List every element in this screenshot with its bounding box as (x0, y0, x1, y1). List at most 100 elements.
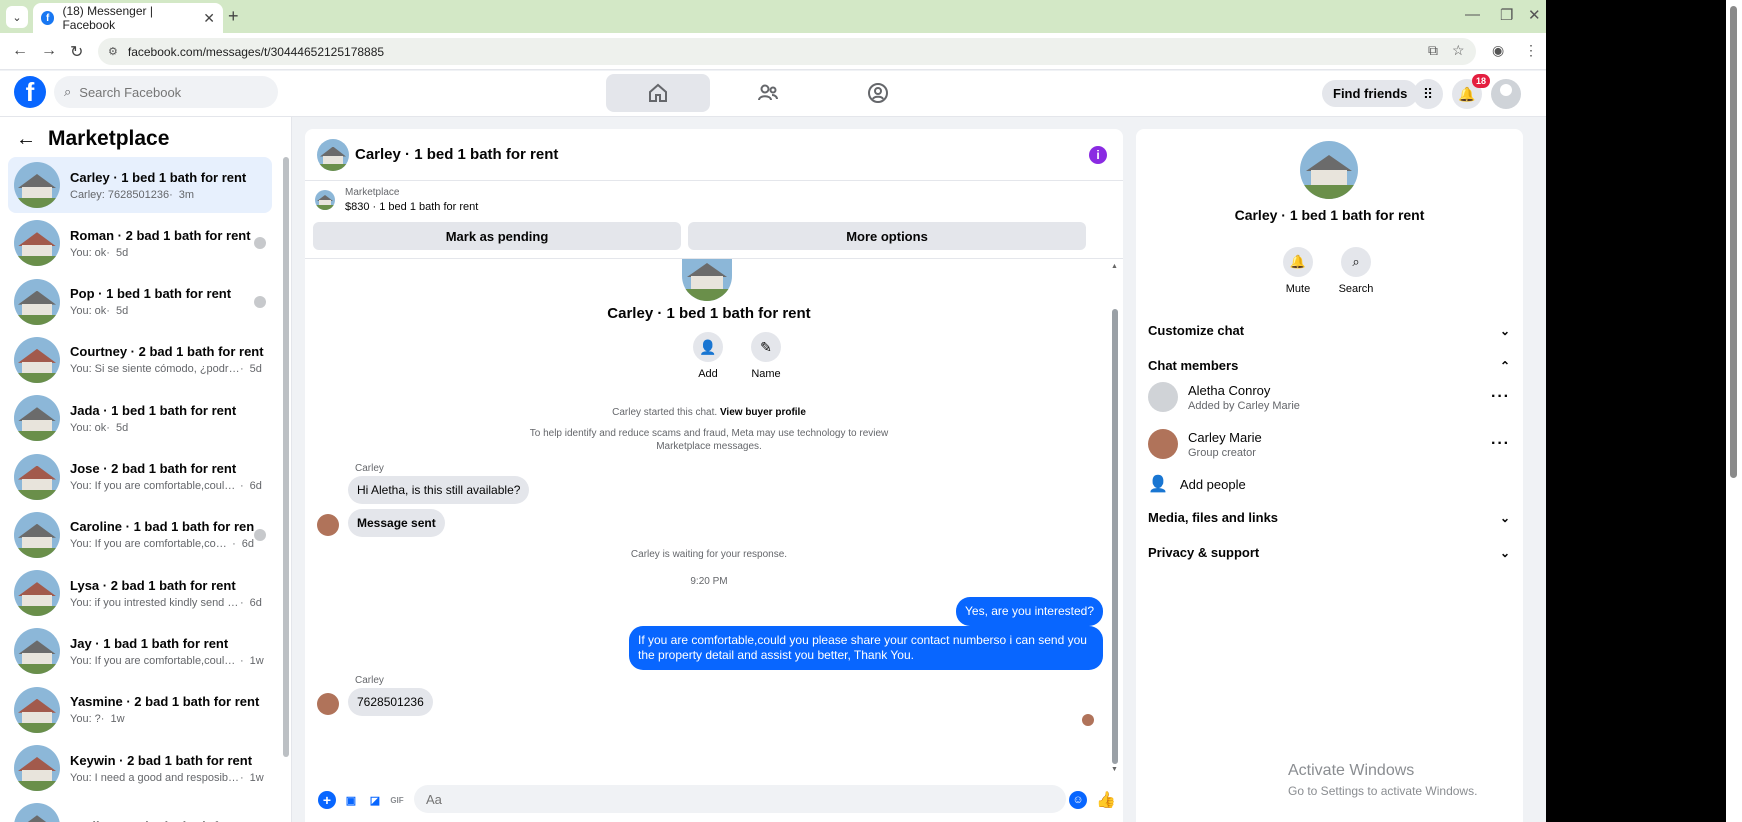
browser-menu-icon[interactable]: ⋮ (1524, 42, 1538, 59)
preview-time: 5d (115, 421, 129, 434)
conversation-item[interactable]: Jose · 2 bad 1 bath for rent You: If you … (8, 449, 272, 505)
incoming-message[interactable]: Message sent (348, 509, 445, 537)
address-bar[interactable]: ⚙ facebook.com/messages/t/30444652125178… (98, 38, 1476, 65)
conversation-item[interactable]: Carley · 1 bed 1 bath for rent Carley: 76… (8, 157, 272, 213)
friends-nav-button[interactable] (716, 74, 820, 112)
member-row[interactable]: Aletha Conroy Added by Carley Marie ··· (1148, 382, 1510, 412)
rename-action[interactable]: ✎ Name (736, 332, 796, 380)
mark-pending-button[interactable]: Mark as pending (313, 222, 681, 250)
conversation-item[interactable]: Keywin · 2 bad 1 bath for rent You: I nee… (8, 740, 272, 796)
minimize-button[interactable]: — (1465, 6, 1480, 23)
groups-nav-button[interactable] (826, 74, 930, 112)
account-avatar[interactable] (1491, 79, 1521, 109)
privacy-support-section[interactable]: Privacy & support ⌄ (1148, 545, 1510, 560)
listing-summary[interactable]: Marketplace $830 · 1 bed 1 bath for rent (315, 187, 478, 213)
chat-members-section[interactable]: Chat members ⌃ (1148, 358, 1510, 373)
add-people-button[interactable]: 👤 Add people (1148, 474, 1246, 494)
conversation-item[interactable]: Madison · 1 bed 1 bath for rent (8, 798, 272, 822)
message-input-wrapper[interactable] (414, 785, 1066, 813)
chat-title[interactable]: Carley · 1 bed 1 bath for rent (355, 146, 558, 163)
chat-avatar[interactable] (317, 138, 349, 171)
facebook-search[interactable]: ⌕ (54, 76, 278, 108)
member-row[interactable]: Carley Marie Group creator ··· (1148, 429, 1510, 459)
reload-button[interactable]: ↻ (70, 42, 83, 62)
back-button[interactable]: ← (12, 42, 28, 60)
conversation-item[interactable]: Jay · 1 bad 1 bath for rent You: If you a… (8, 623, 272, 679)
scroll-down-icon[interactable]: ▼ (1111, 766, 1118, 773)
sender-avatar[interactable] (317, 693, 339, 715)
new-tab-button[interactable]: + (228, 6, 239, 27)
page-scroll-thumb[interactable] (1730, 6, 1737, 478)
thread-scroll-thumb[interactable] (1112, 309, 1118, 764)
close-tab-icon[interactable]: ✕ (203, 10, 215, 27)
listing-thumbnail (14, 686, 60, 733)
conversation-item[interactable]: Roman · 2 bad 1 bath for rent You: ok · 5… (8, 215, 272, 271)
conversation-item[interactable]: Courtney · 2 bad 1 bath for rent You: Si … (8, 332, 272, 388)
thread-scrollbar[interactable]: ▲ ▼ (1111, 263, 1119, 773)
chevron-down-icon: ⌄ (12, 11, 22, 24)
outgoing-message[interactable]: If you are comfortable,could you please … (629, 626, 1103, 670)
bookmark-star-icon[interactable]: ☆ (1452, 42, 1465, 59)
page-scrollbar[interactable] (1726, 0, 1742, 822)
preview-text: You: If you are comfortable,could y... (70, 654, 240, 667)
conversation-item[interactable]: Caroline · 1 bad 1 bath for rent You: If … (8, 507, 272, 563)
conversation-preview: You: If you are comfortable,could y... ·… (70, 655, 272, 667)
more-options-icon[interactable]: ··· (1491, 435, 1510, 453)
tab-search-button[interactable]: ⌄ (6, 6, 28, 28)
conversation-item[interactable]: Jada · 1 bed 1 bath for rent You: ok · 5d (8, 390, 272, 446)
browser-tab[interactable]: f (18) Messenger | Facebook ✕ (33, 3, 223, 33)
sender-avatar[interactable] (317, 514, 339, 536)
add-member-action[interactable]: 👤 Add (678, 332, 738, 380)
media-files-section[interactable]: Media, files and links ⌄ (1148, 510, 1510, 525)
emoji-icon[interactable]: ☺ (1069, 791, 1087, 809)
message-composer: + ▣ ◪ GIF ☺ 👍 (305, 779, 1123, 822)
thumbs-up-icon[interactable]: 👍 (1096, 791, 1116, 809)
home-icon (649, 83, 667, 102)
preview-time: 1w (110, 713, 125, 726)
outgoing-message[interactable]: Yes, are you interested? (956, 597, 1103, 626)
preview-separator: · (240, 596, 244, 609)
facebook-logo-icon[interactable]: f (14, 76, 46, 108)
listing-thumbnail (14, 628, 60, 675)
safety-notice: To help identify and reduce scams and fr… (305, 427, 1113, 453)
info-icon[interactable]: i (1089, 146, 1107, 164)
search-action[interactable]: ⌕ Search (1331, 247, 1381, 295)
conversation-item[interactable]: Lysa · 2 bad 1 bath for rent You: if you … (8, 565, 272, 621)
preview-separator: · (240, 363, 244, 376)
sidebar-scrollbar[interactable] (283, 157, 289, 757)
message-input[interactable] (426, 791, 1026, 807)
plus-icon[interactable]: + (318, 791, 336, 809)
restore-button[interactable]: ❐ (1500, 6, 1513, 24)
view-buyer-profile-link[interactable]: View buyer profile (720, 407, 806, 418)
back-arrow-icon[interactable]: ← (16, 128, 36, 151)
preview-separator: · (240, 480, 244, 492)
message-thread: Carley · 1 bed 1 bath for rent 👤 Add ✎ N… (305, 259, 1123, 776)
photo-icon[interactable]: ▣ (342, 791, 360, 809)
profile-icon[interactable]: ◉ (1492, 42, 1504, 59)
conversation-item[interactable]: Pop · 1 bed 1 bath for rent You: ok · 5d (8, 274, 272, 330)
install-app-icon[interactable]: ⧉ (1428, 42, 1438, 59)
close-window-button[interactable]: ✕ (1528, 6, 1541, 24)
gif-icon[interactable]: GIF (388, 791, 406, 809)
site-info-icon[interactable]: ⚙ (108, 45, 118, 58)
conversation-item[interactable]: Yasmine · 2 bad 1 bath for rent You: ? · … (8, 682, 272, 738)
conversation-preview: You: ok · 5d (70, 305, 254, 317)
preview-time: 1w (249, 654, 264, 667)
more-options-button[interactable]: More options (688, 222, 1086, 250)
mute-action[interactable]: 🔔 Mute (1273, 247, 1323, 295)
facebook-search-input[interactable] (79, 84, 260, 100)
home-nav-button[interactable] (606, 74, 710, 112)
menu-grid-button[interactable]: ⠿ (1413, 79, 1443, 109)
scroll-up-icon[interactable]: ▲ (1111, 263, 1118, 270)
conversation-name: Pop · 1 bed 1 bath for rent (70, 286, 232, 302)
forward-button[interactable]: → (41, 42, 57, 60)
add-people-label: Add people (1179, 476, 1246, 492)
customize-chat-section[interactable]: Customize chat ⌄ (1148, 323, 1510, 338)
incoming-message[interactable]: Hi Aletha, is this still available? (348, 476, 530, 504)
conversation-preview: You: If you are comfortable,could y... ·… (70, 480, 272, 492)
incoming-message[interactable]: 7628501236 (348, 688, 433, 716)
find-friends-button[interactable]: Find friends (1322, 80, 1419, 107)
sticker-icon[interactable]: ◪ (366, 791, 384, 809)
more-options-icon[interactable]: ··· (1491, 388, 1510, 406)
message-line: If you are comfortable,could you please … (638, 633, 1087, 647)
